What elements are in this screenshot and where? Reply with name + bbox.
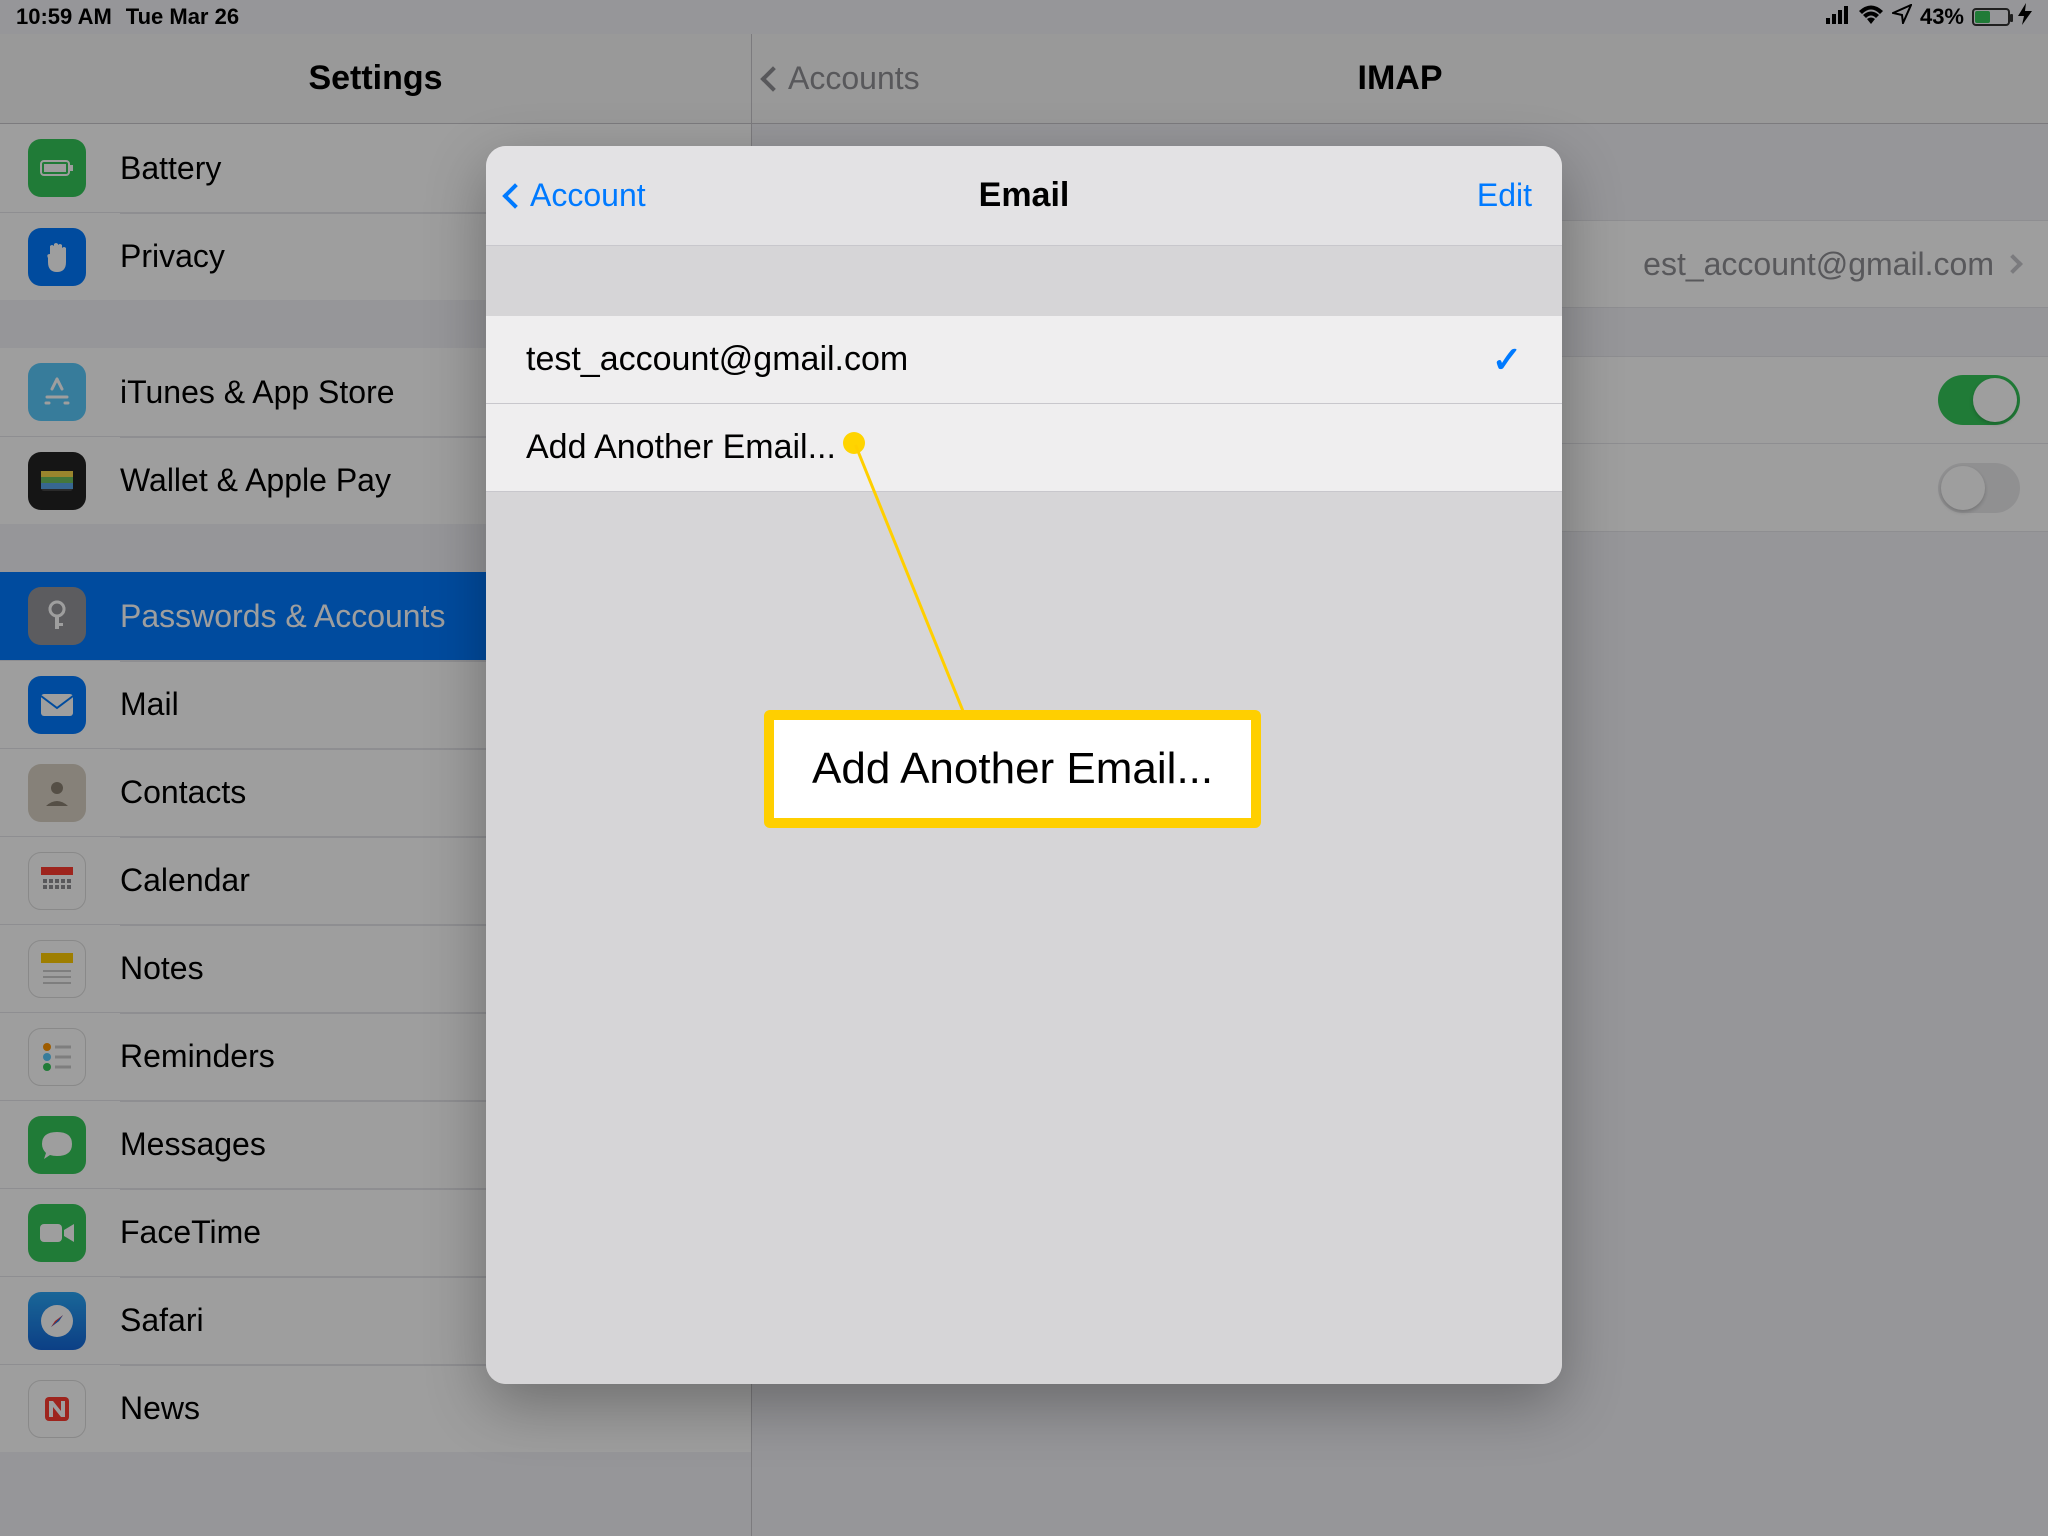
checkmark-icon: ✓ [1492,339,1522,381]
chevron-left-icon [502,183,527,208]
modal-back-label: Account [530,177,646,214]
email-row-label: test_account@gmail.com [526,340,908,379]
annotation-text: Add Another Email... [812,744,1213,793]
annotation-dot [843,432,865,454]
modal-edit-button[interactable]: Edit [1477,177,1532,214]
add-email-label: Add Another Email... [526,428,836,467]
annotation-callout: Add Another Email... [764,710,1261,828]
email-row[interactable]: test_account@gmail.com ✓ [486,316,1562,404]
add-another-email-row[interactable]: Add Another Email... [486,404,1562,492]
modal-title: Email [979,176,1070,215]
modal-back-button[interactable]: Account [506,177,646,214]
modal-navbar: Account Email Edit [486,146,1562,246]
